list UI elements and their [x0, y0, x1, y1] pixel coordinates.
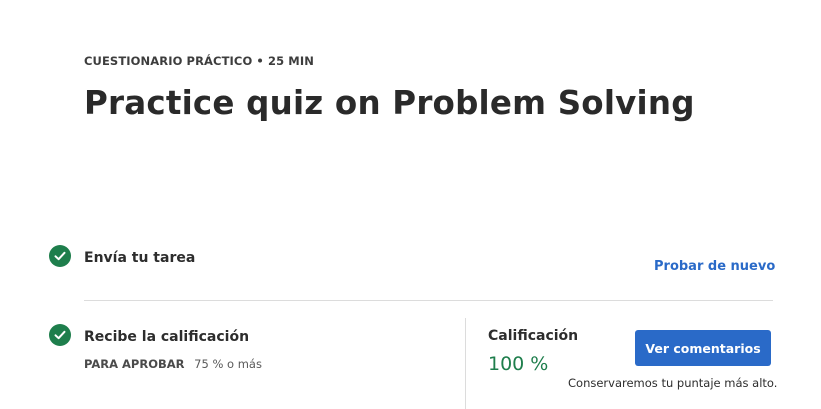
retry-link[interactable]: Probar de nuevo [654, 259, 775, 274]
grade-value: 100 % [488, 353, 549, 375]
page-title: Practice quiz on Problem Solving [84, 84, 695, 122]
check-circle-icon [49, 245, 71, 267]
grade-divider [465, 318, 466, 409]
step-grade-title: Recibe la calificación [84, 329, 250, 345]
item-type-eyebrow: CUESTIONARIO PRÁCTICO • 25 MIN [84, 54, 314, 68]
highest-score-note: Conservaremos tu puntaje más alto. [568, 376, 778, 390]
pass-value: 75 % o más [194, 357, 262, 371]
check-circle-icon [49, 324, 71, 346]
pass-label: PARA APROBAR [84, 357, 185, 371]
view-feedback-button[interactable]: Ver comentarios [635, 330, 771, 366]
step-submit-title: Envía tu tarea [84, 250, 196, 266]
grade-label: Calificación [488, 328, 579, 344]
passing-requirement: PARA APROBAR 75 % o más [84, 357, 262, 371]
section-divider [84, 300, 773, 301]
